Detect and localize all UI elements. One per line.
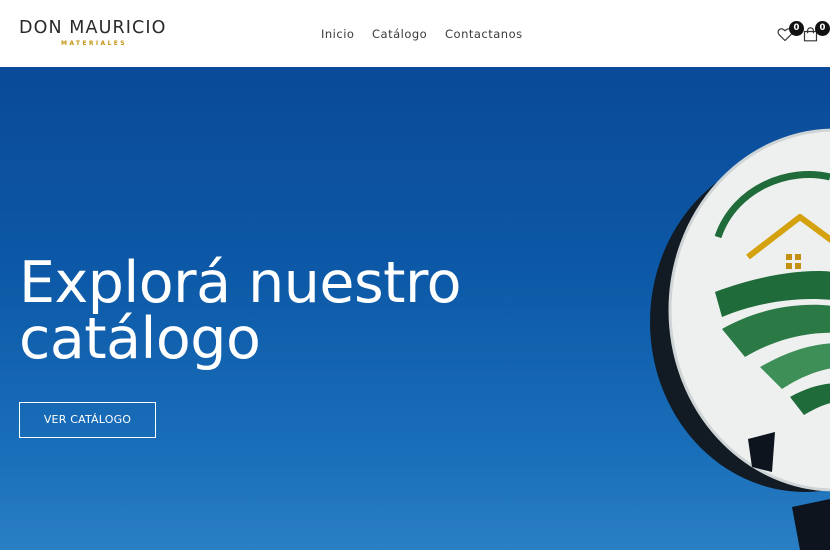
nav-link-inicio[interactable]: Inicio [321, 26, 354, 42]
hero-title: Explorá nuestro catálogo [19, 250, 539, 372]
brand-name: DON MAURICIO [19, 18, 167, 38]
nav-link-contactanos[interactable]: Contactanos [445, 26, 523, 42]
brand-logo[interactable]: DON MAURICIO MATERIALES [19, 18, 174, 50]
hero-title-line2: catálogo [19, 306, 261, 372]
hero-title-line1: Explorá nuestro [19, 250, 462, 316]
ver-catalogo-button[interactable]: VER CATÁLOGO [19, 402, 156, 438]
site-header: DON MAURICIO MATERIALES Inicio Catálogo … [0, 0, 830, 67]
brand-subtitle: MATERIALES [60, 40, 128, 47]
cart-button[interactable]: 0 [801, 21, 830, 48]
wishlist-button[interactable]: 0 [775, 21, 804, 48]
nav-link-catalogo[interactable]: Catálogo [372, 26, 427, 42]
cart-count-badge: 0 [815, 21, 830, 36]
hero-banner: Explorá nuestro catálogo VER CATÁLOGO [0, 67, 830, 550]
